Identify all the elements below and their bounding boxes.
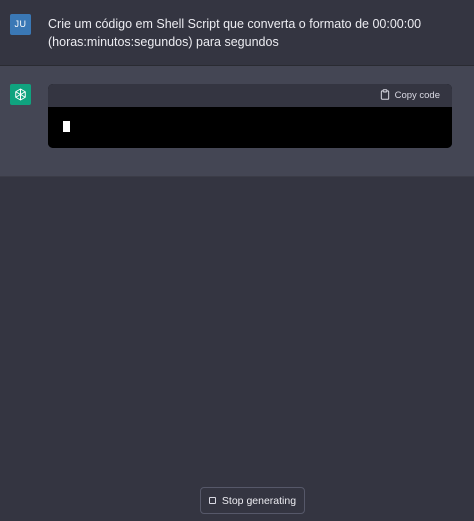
user-avatar: JU <box>10 14 31 35</box>
code-block: Copy code <box>48 84 452 148</box>
code-block-header: Copy code <box>48 84 452 107</box>
stop-generating-button[interactable]: Stop generating <box>200 487 305 514</box>
stop-generating-label: Stop generating <box>221 494 297 507</box>
user-message-row: JU Crie um código em Shell Script que co… <box>0 0 474 66</box>
copy-code-button[interactable]: Copy code <box>380 88 440 103</box>
code-body <box>48 107 452 148</box>
stop-square-icon <box>208 497 216 504</box>
chat-page: JU Crie um código em Shell Script que co… <box>0 0 474 521</box>
openai-logo-icon <box>10 84 31 105</box>
clipboard-icon <box>380 88 390 103</box>
copy-code-label: Copy code <box>394 90 440 101</box>
assistant-message-row: Copy code <box>0 66 474 177</box>
user-message-text: Crie um código em Shell Script que conve… <box>48 17 422 49</box>
typing-cursor <box>63 121 70 132</box>
